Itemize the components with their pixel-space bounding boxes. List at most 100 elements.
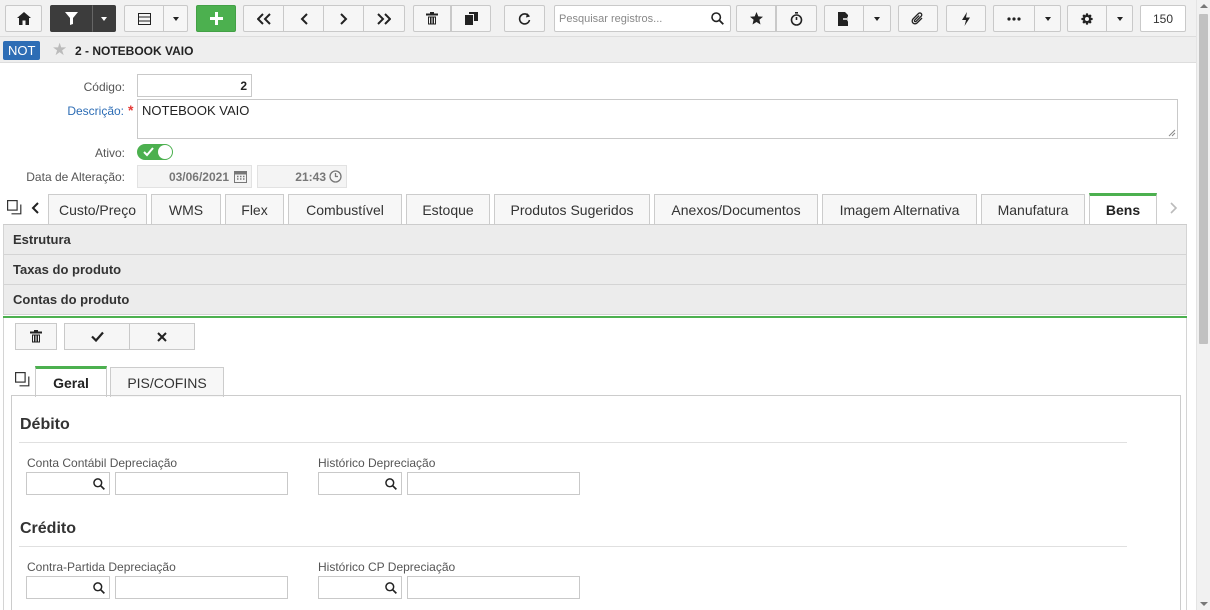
home-button[interactable] [5,5,42,32]
search-icon[interactable] [385,478,397,490]
tab-combustivel[interactable]: Combustível [288,194,402,224]
divider [19,546,1127,547]
chevron-down-icon [1044,16,1051,21]
tab-estoque[interactable]: Estoque [406,194,490,224]
export-button[interactable] [824,5,864,32]
scroll-up-icon[interactable] [1200,4,1208,8]
record-title: 2 - NOTEBOOK VAIO [75,44,194,58]
historico-depreciacao-description [407,472,580,495]
check-icon [143,147,154,157]
next-record-button[interactable] [323,5,364,32]
tab-custo-preco[interactable]: Custo/Preço [48,194,147,224]
delete-record-button[interactable] [413,5,451,32]
tab-wms[interactable]: WMS [151,194,221,224]
gear-icon [1081,12,1093,25]
copy-inner-tabs-icon[interactable] [15,372,30,387]
filter-button[interactable] [50,5,92,32]
tab-imagem-alternativa[interactable]: Imagem Alternativa [822,194,977,224]
page-scrollbar[interactable] [1196,0,1210,610]
file-export-icon [838,11,850,26]
more-options-button[interactable] [993,5,1035,32]
copy-record-button[interactable] [451,5,491,32]
settings-button[interactable] [1067,5,1107,32]
ativo-toggle[interactable] [137,144,173,160]
data-alteracao-date-field: 03/06/2021 [137,165,252,188]
favorite-star-icon[interactable]: ★ [52,40,67,60]
main-tabs: Custo/Preço WMS Flex Combustível Estoque… [0,193,1196,224]
page-size-input[interactable]: 150 [1140,5,1186,32]
conta-contabil-depreciacao-lookup[interactable] [26,472,110,495]
search-icon[interactable] [711,12,724,25]
historico-cp-depreciacao-lookup[interactable] [318,576,402,599]
section-contas-produto[interactable]: Contas do produto [3,285,1187,315]
tab-produtos-sugeridos[interactable]: Produtos Sugeridos [494,194,650,224]
delete-button[interactable] [15,323,57,350]
chevron-down-icon [874,16,880,21]
record-title-bar: NOT ★ 2 - NOTEBOOK VAIO [0,37,1196,63]
actions-button[interactable] [946,5,986,32]
historico-cp-depreciacao-description [407,576,580,599]
descricao-textarea[interactable]: NOTEBOOK VAIO [137,99,1178,139]
first-record-button[interactable] [243,5,284,32]
timer-button[interactable] [776,5,817,32]
section-taxas-produto[interactable]: Taxas do produto [3,255,1187,285]
previous-record-button[interactable] [283,5,324,32]
debito-heading: Débito [20,416,70,433]
codigo-label: Código: [83,80,125,94]
confirm-button[interactable] [64,323,130,350]
refresh-button[interactable] [504,5,545,32]
tab-bens[interactable]: Bens [1089,193,1157,224]
search-input[interactable] [555,6,705,31]
section-estrutura[interactable]: Estrutura [3,225,1187,255]
scrollbar-thumb[interactable] [1199,14,1208,344]
more-dropdown-button[interactable] [1035,5,1061,32]
view-dropdown-button[interactable] [164,5,188,32]
entity-badge: NOT [3,41,41,60]
chevron-down-icon [172,16,179,21]
tab-geral[interactable]: Geral [35,366,107,397]
historico-depreciacao-label: Histórico Depreciação [318,456,436,470]
last-record-button[interactable] [363,5,405,32]
divider [19,442,1127,443]
search-icon[interactable] [385,582,397,594]
data-alteracao-label: Data de Alteração: [26,170,125,184]
list-view-button[interactable] [124,5,164,32]
codigo-field[interactable]: 2 [137,74,252,97]
date-value: 03/06/2021 [168,170,229,184]
double-chevron-left-icon [256,12,271,25]
filter-icon [64,12,78,25]
tab-manufatura[interactable]: Manufatura [981,194,1085,224]
toggle-knob [158,145,172,159]
filter-dropdown-button[interactable] [92,5,116,32]
refresh-icon [518,13,531,25]
tab-pis-cofins[interactable]: PIS/COFINS [110,367,224,397]
chevron-left-icon [300,12,308,25]
search-icon[interactable] [93,582,105,594]
favorite-button[interactable] [736,5,776,32]
conta-contabil-depreciacao-label: Conta Contábil Depreciação [27,456,178,470]
scroll-down-icon[interactable] [1200,602,1208,606]
tabs-scroll-right-icon[interactable] [1170,202,1178,214]
main-toolbar: 150 [0,0,1196,37]
settings-dropdown-button[interactable] [1107,5,1133,32]
copy-icon [464,12,478,25]
credito-heading: Crédito [20,520,76,537]
cancel-button[interactable] [129,323,195,350]
add-record-button[interactable] [196,5,236,32]
tab-flex[interactable]: Flex [225,194,284,224]
historico-depreciacao-lookup[interactable] [318,472,402,495]
list-icon [137,12,151,25]
paperclip-icon [911,11,923,24]
time-value: 21:43 [295,170,326,184]
historico-cp-depreciacao-label: Histórico CP Depreciação [318,560,456,574]
tab-anexos-documentos[interactable]: Anexos/Documentos [654,194,818,224]
search-icon[interactable] [93,478,105,490]
resize-handle-icon[interactable] [1168,129,1176,137]
attachments-button[interactable] [898,5,938,32]
contra-partida-depreciacao-lookup[interactable] [26,576,110,599]
lightning-icon [962,11,970,26]
chevron-down-icon [101,16,107,21]
export-dropdown-button[interactable] [864,5,891,32]
data-alteracao-time-field: 21:43 [257,165,347,188]
plus-icon [209,12,223,25]
